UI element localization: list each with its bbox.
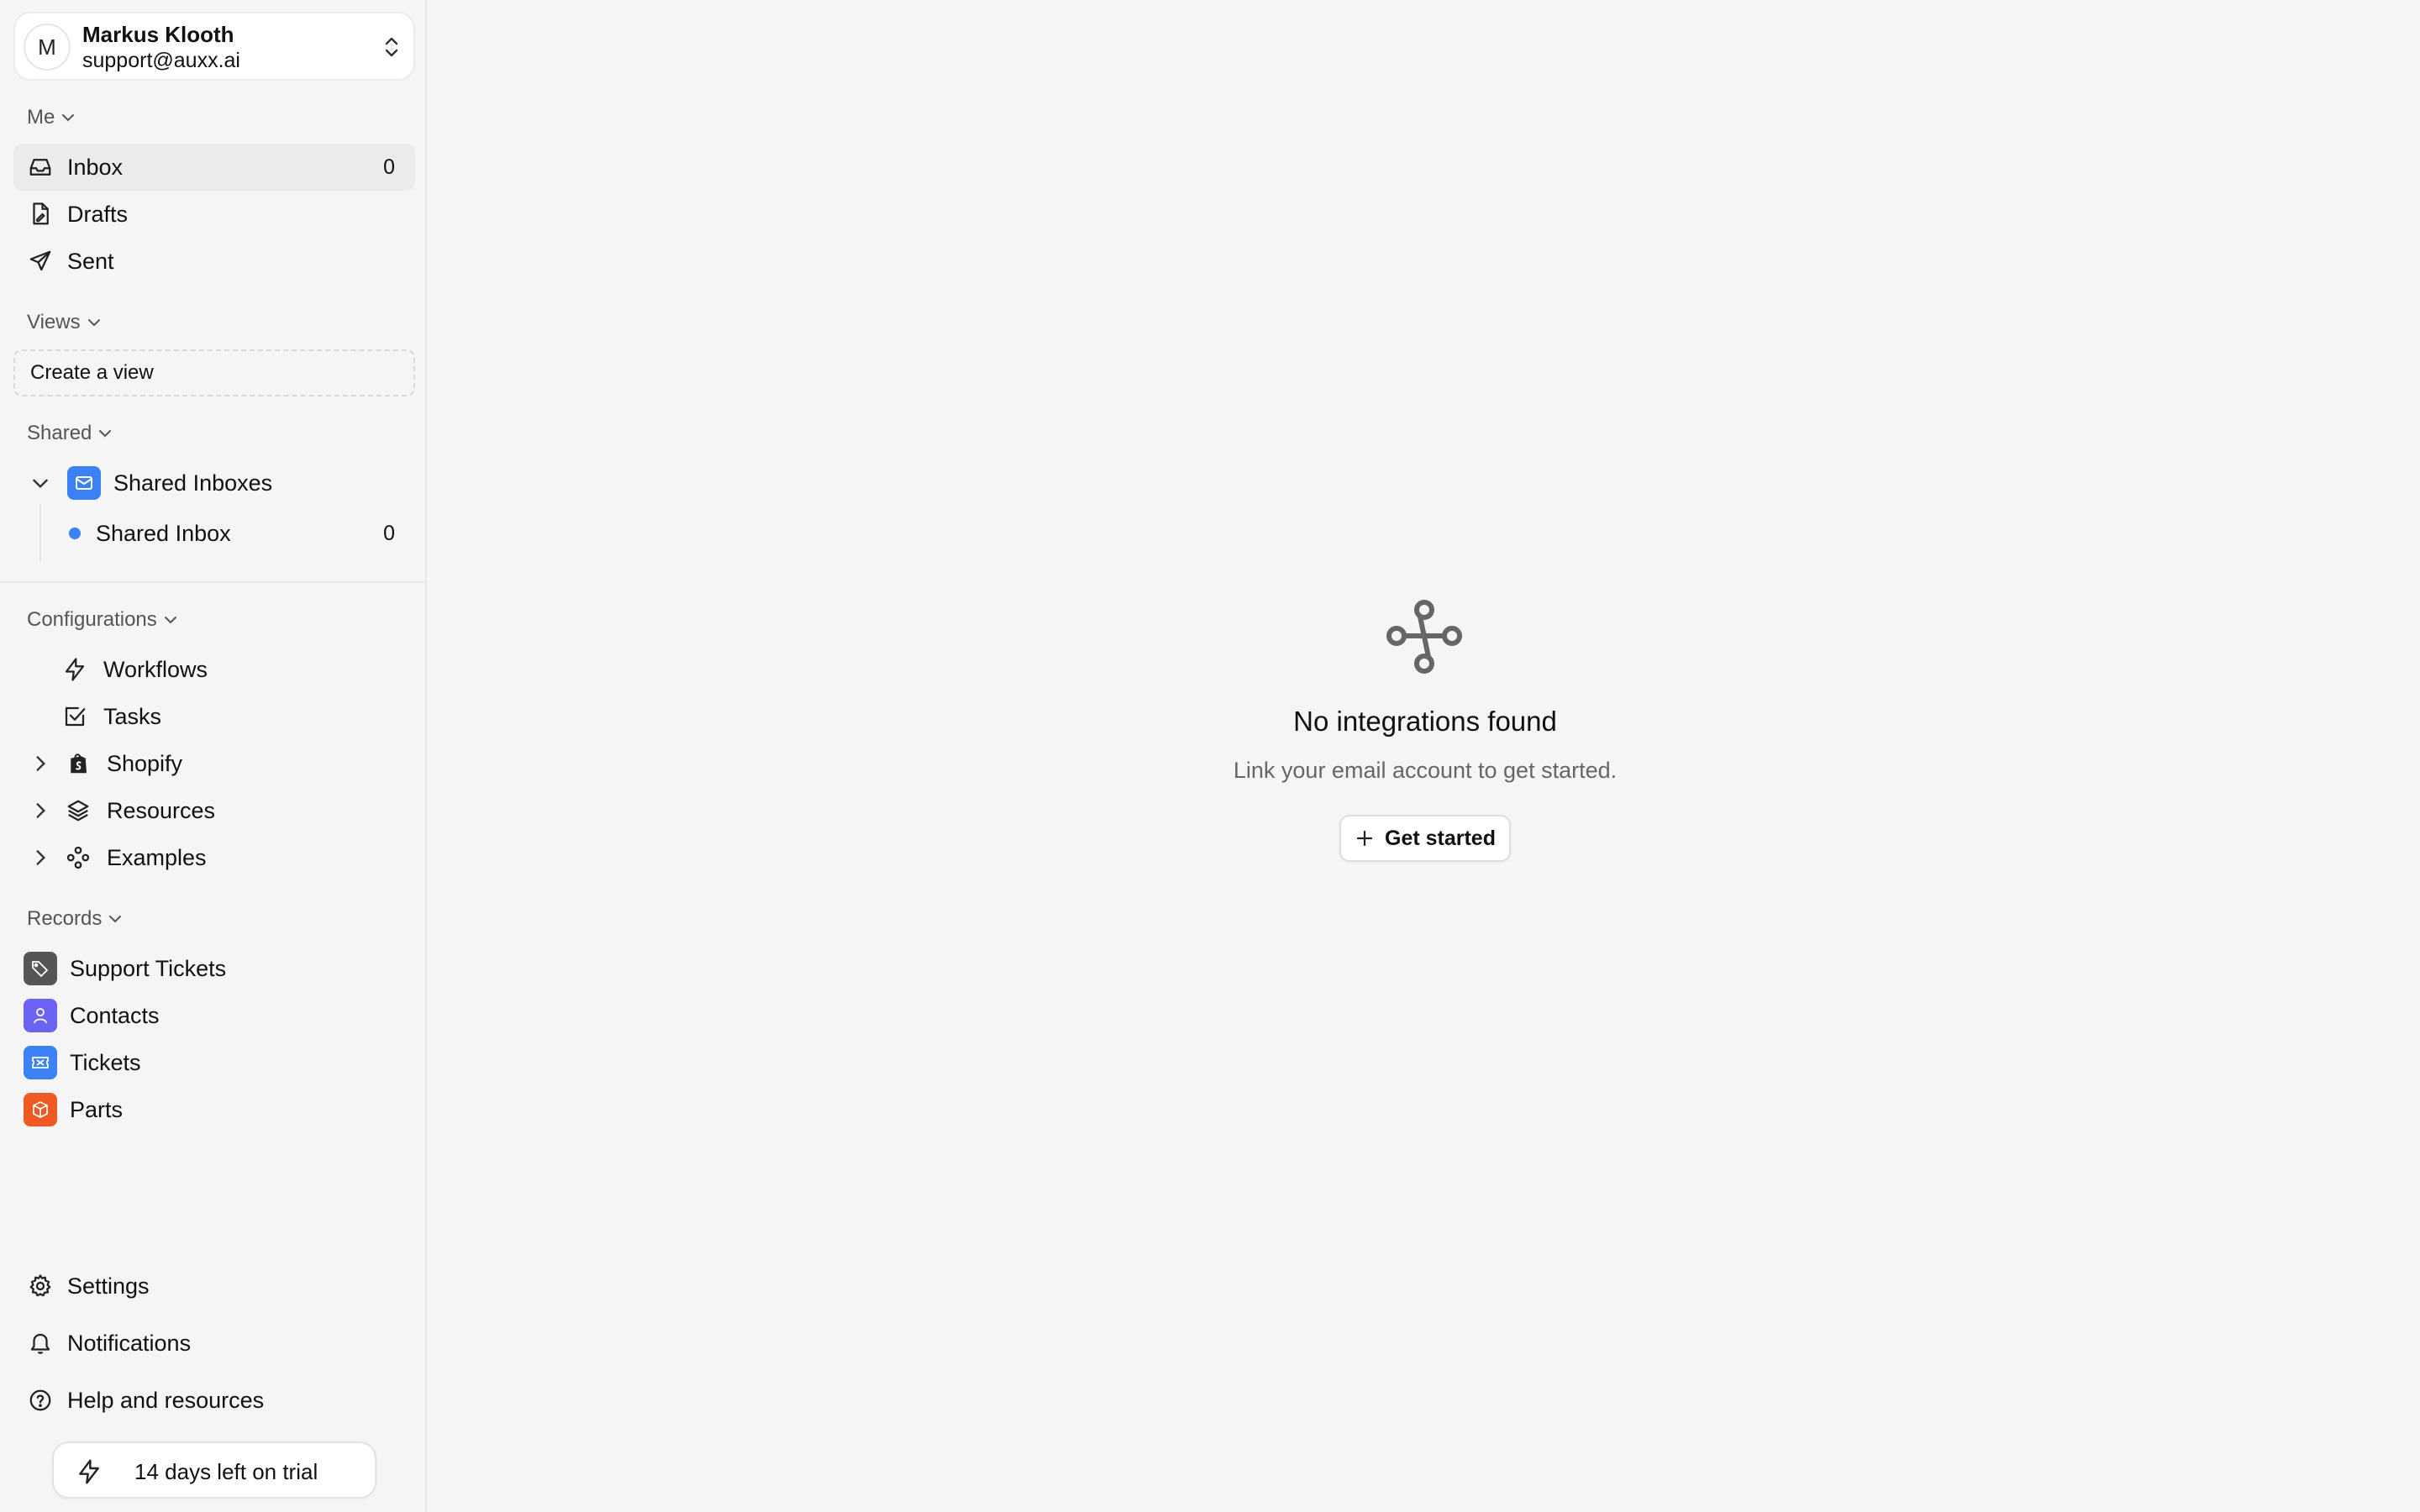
empty-state-title: No integrations found bbox=[1293, 706, 1557, 737]
sidebar-item-workflows[interactable]: Workflows bbox=[13, 646, 415, 693]
box-icon bbox=[24, 1093, 57, 1126]
bolt-icon bbox=[65, 658, 85, 681]
gear-icon bbox=[27, 1273, 54, 1299]
settings-label: Settings bbox=[67, 1273, 150, 1299]
ticket-icon bbox=[24, 1046, 57, 1079]
sidebar: M Markus Klooth support@auxx.ai Me Inbox… bbox=[0, 0, 427, 1512]
sidebar-item-tasks[interactable]: Tasks bbox=[13, 693, 415, 740]
sidebar-item-shared-inbox[interactable]: Shared Inbox 0 bbox=[96, 510, 415, 557]
drafts-icon bbox=[27, 201, 54, 228]
account-switcher[interactable]: M Markus Klooth support@auxx.ai bbox=[13, 12, 415, 81]
sidebar-item-notifications[interactable]: Notifications bbox=[13, 1320, 415, 1367]
contacts-label: Contacts bbox=[70, 1002, 160, 1028]
tasks-label: Tasks bbox=[103, 703, 162, 729]
sidebar-item-contacts[interactable]: Contacts bbox=[13, 992, 415, 1039]
shared-inbox-count: 0 bbox=[383, 521, 395, 545]
tree-line bbox=[39, 504, 41, 561]
shared-inbox-label: Shared Inbox bbox=[96, 520, 231, 546]
create-view-button[interactable]: Create a view bbox=[13, 349, 415, 396]
plus-icon bbox=[1356, 830, 1373, 847]
section-views[interactable]: Views bbox=[27, 311, 103, 334]
chevron-down-icon bbox=[62, 114, 75, 122]
help-icon bbox=[27, 1387, 54, 1414]
support-tickets-label: Support Tickets bbox=[70, 955, 227, 981]
trial-button[interactable]: 14 days left on trial bbox=[52, 1441, 376, 1499]
examples-label: Examples bbox=[107, 844, 207, 870]
section-shared-label: Shared bbox=[27, 422, 92, 444]
section-configurations[interactable]: Configurations bbox=[27, 608, 179, 632]
sidebar-item-shopify[interactable]: Shopify bbox=[13, 740, 415, 787]
chevron-down-icon bbox=[99, 430, 112, 438]
shopify-icon bbox=[71, 753, 87, 774]
sidebar-item-label: Drafts bbox=[67, 201, 129, 227]
chevron-down-icon bbox=[87, 319, 100, 327]
checkbox-icon bbox=[65, 706, 86, 727]
tag-icon bbox=[24, 952, 57, 985]
send-icon bbox=[27, 248, 54, 275]
user-icon bbox=[24, 999, 57, 1032]
chevron-down-icon bbox=[109, 916, 122, 923]
resources-label: Resources bbox=[107, 797, 216, 823]
account-name: Markus Klooth bbox=[82, 22, 234, 47]
divider bbox=[0, 581, 425, 583]
avatar: M bbox=[24, 24, 71, 71]
inbox-icon bbox=[27, 154, 54, 181]
bell-icon bbox=[27, 1330, 54, 1357]
bolt-icon bbox=[79, 1459, 99, 1484]
chevron-right-icon[interactable] bbox=[29, 800, 51, 822]
help-label: Help and resources bbox=[67, 1387, 265, 1413]
sidebar-item-help[interactable]: Help and resources bbox=[13, 1377, 415, 1424]
section-views-label: Views bbox=[27, 311, 81, 333]
empty-state-subtitle: Link your email account to get started. bbox=[1233, 758, 1618, 783]
section-configurations-label: Configurations bbox=[27, 608, 157, 631]
chevron-right-icon[interactable] bbox=[29, 847, 51, 869]
shared-inboxes-label: Shared Inboxes bbox=[113, 470, 273, 496]
section-records[interactable]: Records bbox=[27, 907, 124, 931]
sidebar-item-drafts[interactable]: Drafts bbox=[13, 191, 415, 238]
parts-label: Parts bbox=[70, 1096, 124, 1122]
sidebar-item-parts[interactable]: Parts bbox=[13, 1086, 415, 1133]
tickets-label: Tickets bbox=[70, 1049, 141, 1075]
get-started-label: Get started bbox=[1385, 826, 1496, 850]
components-icon bbox=[66, 846, 90, 869]
mail-icon bbox=[67, 466, 101, 500]
integrations-icon bbox=[1386, 600, 1462, 674]
inbox-status-dot bbox=[69, 528, 81, 539]
sidebar-item-examples[interactable]: Examples bbox=[13, 834, 415, 881]
section-shared[interactable]: Shared bbox=[27, 422, 113, 445]
trial-label: 14 days left on trial bbox=[134, 1459, 318, 1484]
sidebar-item-support-tickets[interactable]: Support Tickets bbox=[13, 945, 415, 992]
chevron-down-icon bbox=[164, 617, 176, 624]
get-started-button[interactable]: Get started bbox=[1339, 815, 1511, 862]
chevron-up-down-icon bbox=[385, 37, 398, 57]
sidebar-item-shared-inboxes[interactable]: Shared Inboxes bbox=[13, 459, 415, 507]
layers-icon bbox=[67, 800, 89, 822]
chevron-down-icon[interactable] bbox=[29, 472, 51, 494]
sidebar-item-inbox[interactable]: Inbox 0 bbox=[13, 144, 415, 191]
account-email: support@auxx.ai bbox=[82, 49, 240, 72]
sidebar-item-settings[interactable]: Settings bbox=[13, 1263, 415, 1310]
shopify-label: Shopify bbox=[107, 750, 183, 776]
sidebar-item-tickets[interactable]: Tickets bbox=[13, 1039, 415, 1086]
sidebar-item-resources[interactable]: Resources bbox=[13, 787, 415, 834]
sidebar-item-sent[interactable]: Sent bbox=[13, 238, 415, 285]
sidebar-item-label: Sent bbox=[67, 248, 114, 274]
notifications-label: Notifications bbox=[67, 1330, 192, 1356]
inbox-count: 0 bbox=[383, 155, 395, 179]
section-records-label: Records bbox=[27, 907, 103, 930]
section-me[interactable]: Me bbox=[27, 106, 76, 129]
workflows-label: Workflows bbox=[103, 656, 208, 682]
chevron-right-icon[interactable] bbox=[29, 753, 51, 774]
section-me-label: Me bbox=[27, 106, 55, 129]
sidebar-item-label: Inbox bbox=[67, 154, 124, 180]
